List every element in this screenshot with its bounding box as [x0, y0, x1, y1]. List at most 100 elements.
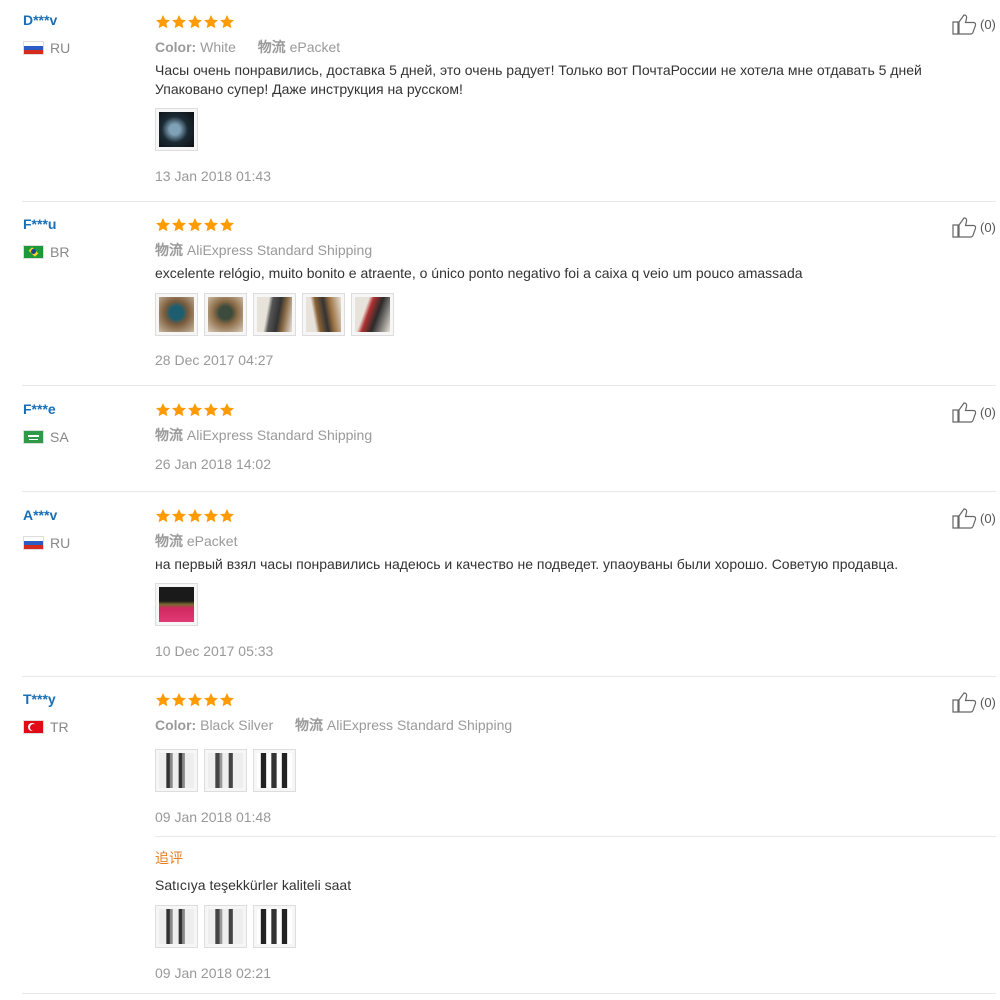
shipping-value: AliExpress Standard Shipping [326, 717, 513, 733]
review-photo[interactable] [204, 293, 247, 336]
review-photo[interactable] [302, 293, 345, 336]
reviewer-name[interactable]: D***v [23, 12, 57, 28]
followup-date: 09 Jan 2018 02:21 [155, 965, 271, 981]
star-rating [155, 402, 235, 418]
review-photo[interactable] [351, 293, 394, 336]
review-text: Часы очень понравились, доставка 5 дней,… [155, 62, 922, 97]
reviewer-name[interactable]: A***v [23, 507, 57, 523]
color-label: Color: [155, 717, 197, 733]
star-icon [204, 509, 218, 523]
divider [22, 385, 996, 386]
country-code: BR [50, 244, 70, 260]
color-value: White [200, 39, 236, 55]
star-icon [172, 403, 186, 417]
country-code: TR [50, 719, 69, 735]
review-date: 09 Jan 2018 01:48 [155, 809, 271, 825]
thumbs-up-icon [952, 14, 977, 35]
review-photos [155, 108, 204, 151]
like-button[interactable]: (0) [952, 507, 996, 529]
review-text: на первый взял часы понравились надеюсь … [155, 556, 899, 572]
reviewer-name[interactable]: F***e [23, 401, 56, 417]
divider [22, 676, 996, 677]
star-icon [220, 218, 234, 232]
review-date: 26 Jan 2018 14:02 [155, 456, 271, 472]
shipping-value: AliExpress Standard Shipping [186, 427, 373, 443]
star-icon [188, 403, 202, 417]
flag-br-icon [23, 245, 44, 259]
flag-tr-icon [23, 720, 44, 734]
shipping-label: 物流 [155, 533, 183, 549]
shipping-value: ePacket [186, 533, 238, 549]
shipping-value: ePacket [289, 39, 341, 55]
shipping-value: AliExpress Standard Shipping [186, 242, 373, 258]
star-icon [172, 693, 186, 707]
like-button[interactable]: (0) [952, 691, 996, 713]
followup-divider [155, 836, 996, 837]
review-date: 28 Dec 2017 04:27 [155, 352, 274, 368]
shipping-label: 物流 [295, 717, 324, 733]
like-button[interactable]: (0) [952, 401, 996, 423]
reviewer-name[interactable]: T***y [23, 691, 56, 707]
reviewer-country: SA [23, 429, 69, 445]
star-icon [172, 509, 186, 523]
country-code: SA [50, 429, 69, 445]
review-photos [155, 583, 204, 626]
review-meta: 物流 ePacket [155, 531, 237, 551]
followup-label: 追评 [155, 850, 183, 866]
like-button[interactable]: (0) [952, 13, 996, 35]
divider [22, 201, 996, 202]
divider [22, 491, 996, 492]
review-photo[interactable] [253, 749, 296, 792]
reviewer-country: TR [23, 719, 69, 735]
review-photo[interactable] [204, 749, 247, 792]
thumbs-up-icon [952, 217, 977, 238]
star-icon [220, 15, 234, 29]
review-meta: 物流 AliExpress Standard Shipping [155, 425, 372, 445]
review-photo[interactable] [155, 293, 198, 336]
like-button[interactable]: (0) [952, 216, 996, 238]
flag-ru-icon [23, 41, 44, 55]
star-icon [188, 693, 202, 707]
like-count: (0) [980, 16, 996, 32]
review-date: 13 Jan 2018 01:43 [155, 168, 271, 184]
review-photo[interactable] [155, 583, 198, 626]
review-meta: Color: White 物流 ePacket [155, 37, 340, 57]
star-rating [155, 508, 235, 524]
divider [22, 993, 996, 994]
star-rating [155, 217, 235, 233]
star-icon [156, 509, 170, 523]
review-photo[interactable] [253, 905, 296, 948]
star-icon [172, 218, 186, 232]
like-count: (0) [980, 510, 996, 526]
color-value: Black Silver [200, 717, 274, 733]
reviewer-name[interactable]: F***u [23, 216, 56, 232]
star-icon [204, 15, 218, 29]
review-photo[interactable] [155, 905, 198, 948]
star-icon [204, 693, 218, 707]
review-photo[interactable] [253, 293, 296, 336]
thumbs-up-icon [952, 508, 977, 529]
review-photo[interactable] [155, 749, 198, 792]
star-icon [188, 509, 202, 523]
review-date: 10 Dec 2017 05:33 [155, 643, 274, 659]
like-count: (0) [980, 404, 996, 420]
star-rating [155, 692, 235, 708]
thumbs-up-icon [952, 692, 977, 713]
star-icon [172, 15, 186, 29]
star-icon [156, 693, 170, 707]
star-icon [204, 403, 218, 417]
country-code: RU [50, 40, 71, 56]
review-meta: 物流 AliExpress Standard Shipping [155, 240, 372, 260]
like-count: (0) [980, 694, 996, 710]
star-rating [155, 14, 235, 30]
review-photo[interactable] [155, 108, 198, 151]
review-photo[interactable] [204, 905, 247, 948]
shipping-label: 物流 [155, 242, 183, 258]
followup-text: Satıcıya teşekkürler kaliteli saat [155, 877, 352, 893]
review-meta: Color: Black Silver 物流 AliExpress Standa… [155, 715, 512, 735]
star-icon [220, 509, 234, 523]
star-icon [220, 403, 234, 417]
flag-sa-icon [23, 430, 44, 444]
star-icon [188, 15, 202, 29]
shipping-label: 物流 [155, 427, 183, 443]
